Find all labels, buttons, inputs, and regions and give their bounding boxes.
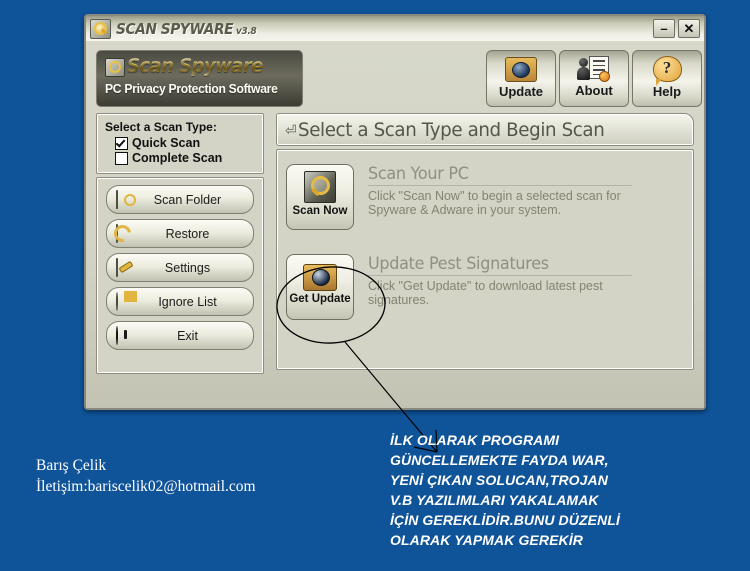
checkbox-quick-scan[interactable]: Quick Scan (115, 136, 263, 150)
settings-button[interactable]: Settings (106, 253, 254, 282)
window-client-area: Scan Spyware PC Privacy Protection Softw… (86, 41, 704, 408)
brand-title: Scan Spyware (127, 55, 263, 77)
get-update-button[interactable]: Get Update (286, 254, 354, 320)
scan-folder-label: Scan Folder (153, 192, 222, 207)
scan-type-title: Select a Scan Type: (105, 120, 217, 134)
side-button-list: Scan Folder Restore Settings Ignore List (96, 177, 264, 374)
update-feature-text: Update Pest Signatures Click "Get Update… (368, 254, 640, 320)
feature-update-signatures: Get Update Update Pest Signatures Click … (286, 254, 640, 320)
brand-banner: Scan Spyware PC Privacy Protection Softw… (96, 50, 303, 107)
question-bubble-icon (652, 56, 682, 86)
person-body-shape (577, 67, 590, 80)
window-title-text: SCAN SPYWARE (116, 19, 234, 38)
title-bar[interactable]: SCAN SPYWARE v3.8 – ✕ (86, 16, 704, 42)
ignore-list-label: Ignore List (158, 294, 217, 309)
restore-label: Restore (165, 226, 210, 241)
folder-search-icon (116, 189, 136, 209)
scan-now-button[interactable]: Scan Now (286, 164, 354, 230)
magnifier-icon (90, 18, 111, 39)
pie-list-icon (116, 291, 136, 311)
checkbox-complete-scan-label: Complete Scan (132, 151, 223, 165)
checkbox-unchecked-icon[interactable] (115, 151, 128, 165)
magnifier-icon (304, 171, 336, 203)
scan-folder-button[interactable]: Scan Folder (106, 185, 254, 214)
enter-arrow-icon: ⏎ (285, 121, 297, 138)
update-button[interactable]: Update (486, 50, 556, 107)
ignore-list-button[interactable]: Ignore List (106, 287, 254, 316)
window-title: SCAN SPYWARE v3.8 (116, 19, 257, 38)
scan-type-group: Select a Scan Type: Quick Scan Complete … (96, 113, 264, 174)
help-button-label: Help (652, 84, 682, 99)
help-button[interactable]: Help (632, 50, 702, 107)
panel-body: Scan Now Scan Your PC Click "Scan Now" t… (276, 149, 694, 370)
author-name: Barış Çelik (36, 457, 107, 474)
feature-scan-your-pc: Scan Now Scan Your PC Click "Scan Now" t… (286, 164, 640, 230)
update-feature-title: Update Pest Signatures (368, 254, 632, 276)
update-button-label: Update (498, 84, 544, 99)
restore-button[interactable]: Restore (106, 219, 254, 248)
left-sidebar: Select a Scan Type: Quick Scan Complete … (96, 113, 266, 374)
author-contact: İletişim:bariscelik02@hotmail.com (36, 478, 256, 495)
scan-feature-title: Scan Your PC (368, 164, 632, 186)
exit-label: Exit (177, 328, 198, 343)
magnifier-logo-icon (105, 58, 125, 77)
about-button-label: About (575, 83, 613, 98)
close-button[interactable]: ✕ (678, 19, 700, 38)
window-version: v3.8 (235, 25, 257, 37)
seal-shape (599, 71, 610, 82)
person-document-icon (577, 55, 611, 82)
author-signature: Barış Çelik İletişim:bariscelik02@hotmai… (36, 455, 256, 497)
annotation-note: İLK OLARAK PROGRAMI GÜNCELLEMEKTE FAYDA … (390, 432, 620, 548)
application-window: SCAN SPYWARE v3.8 – ✕ Scan Spyware PC Pri… (84, 14, 706, 410)
window-controls: – ✕ (653, 19, 700, 38)
scan-feature-description: Click "Scan Now" to begin a selected sca… (368, 189, 621, 217)
restore-arrow-icon (116, 223, 136, 243)
wrench-icon (116, 257, 136, 277)
main-panel: ⏎ Select a Scan Type and Begin Scan Scan… (276, 113, 694, 370)
checkbox-complete-scan[interactable]: Complete Scan (115, 151, 263, 165)
person-head-shape (579, 58, 588, 67)
scan-feature-text: Scan Your PC Click "Scan Now" to begin a… (368, 164, 640, 230)
header-row: Scan Spyware PC Privacy Protection Softw… (96, 50, 702, 107)
globe-monitor-icon (505, 57, 537, 82)
settings-label: Settings (164, 260, 211, 275)
panel-header: ⏎ Select a Scan Type and Begin Scan (276, 113, 694, 146)
power-icon (116, 325, 136, 345)
checkbox-checked-icon[interactable] (115, 136, 128, 150)
panel-header-title: Select a Scan Type and Begin Scan (297, 118, 605, 141)
get-update-label: Get Update (289, 293, 351, 305)
scan-now-label: Scan Now (292, 205, 348, 217)
update-feature-description: Click "Get Update" to download latest pe… (368, 279, 603, 307)
brand-subtitle: PC Privacy Protection Software (105, 82, 278, 96)
checkbox-quick-scan-label: Quick Scan (132, 136, 201, 150)
about-button[interactable]: About (559, 50, 629, 107)
globe-monitor-icon (303, 264, 337, 291)
minimize-button[interactable]: – (653, 19, 675, 38)
exit-button[interactable]: Exit (106, 321, 254, 350)
